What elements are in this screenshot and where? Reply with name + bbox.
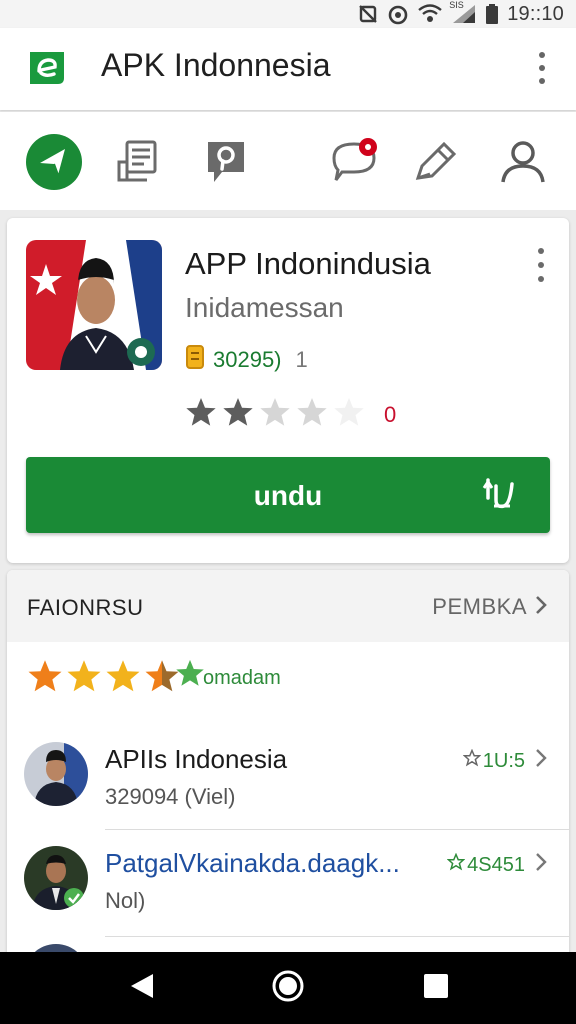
list-item-score: 4S451	[446, 852, 547, 878]
featured-section: FAIONRSU PEMBKA omadam APIIs Indonesia 3…	[7, 570, 569, 970]
app-card-meta-value: 30295)	[213, 347, 282, 372]
app-card-meta: 30295) 1	[185, 344, 308, 376]
app-card-meta-extra: 1	[295, 347, 308, 372]
star-outline-icon	[462, 748, 482, 773]
home-button[interactable]	[268, 968, 308, 1008]
section-header: FAIONRSU PEMBKA	[7, 570, 569, 642]
compass-arrow-icon	[25, 133, 83, 196]
app-card-title: APP Indonindusia	[185, 246, 431, 281]
list-item[interactable]: PatgalVkainakda.daagk... Nol) 4S451	[7, 832, 569, 936]
star-empty-icon	[296, 396, 328, 433]
list-item-title: APIIs Indonesia	[105, 744, 288, 774]
list-item-subtitle: Nol)	[105, 888, 146, 913]
tab-profile[interactable]	[493, 134, 553, 194]
list-item-subtitle: 329094 (Viel)	[105, 784, 236, 809]
tab-articles[interactable]	[107, 134, 167, 194]
chevron-right-icon	[535, 748, 547, 774]
star-outline-icon	[446, 852, 466, 877]
star-filled-icon	[27, 658, 63, 699]
section-more-link[interactable]: PEMBKA	[432, 594, 547, 620]
status-icons: SIS 19::10	[357, 0, 564, 25]
chevron-right-icon	[535, 595, 547, 620]
tab-row	[0, 112, 576, 210]
chat-bubble-icon	[328, 136, 384, 193]
overflow-menu-button[interactable]	[530, 48, 554, 88]
app-card-rating: 0	[185, 396, 396, 433]
list-item[interactable]: APIIs Indonesia 329094 (Viel) 1U:5	[7, 728, 569, 832]
avatar	[24, 742, 88, 806]
sim-label: SIS	[449, 0, 464, 10]
app-thumbnail[interactable]	[26, 240, 162, 370]
app-title: APK Indonnesia	[101, 47, 331, 83]
tab-home[interactable]	[24, 133, 84, 196]
location-pin-icon	[202, 136, 250, 193]
recents-square-icon	[423, 973, 449, 1004]
section-stars	[27, 658, 205, 699]
status-bar: SIS 19::10	[0, 0, 576, 28]
back-triangle-icon	[129, 972, 155, 1005]
star-empty-icon	[259, 396, 291, 433]
download-button-label: undu	[253, 480, 323, 511]
dot	[539, 64, 545, 71]
divider	[105, 936, 569, 937]
app-bar: APK Indonnesia	[0, 28, 576, 110]
app-card-more-button[interactable]	[531, 248, 551, 282]
section-rating-label: omadam	[203, 667, 281, 689]
tab-location[interactable]	[196, 134, 256, 194]
star-empty-icon	[333, 396, 365, 433]
app-card-subtitle: Inidamessan	[185, 292, 344, 323]
battery-icon	[485, 3, 499, 25]
dot	[538, 262, 544, 268]
no-notification-icon	[357, 3, 379, 25]
list-item-title: PatgalVkainakda.daagk...	[105, 848, 400, 878]
recents-button[interactable]	[416, 968, 456, 1008]
tab-messages[interactable]	[326, 134, 386, 194]
person-icon	[499, 138, 547, 191]
list-item-score: 1U:5	[462, 748, 547, 774]
navigation-bar	[0, 952, 576, 1024]
app-card-rating-count: 0	[384, 401, 397, 427]
section-title: FAIONRSU	[27, 595, 144, 620]
download-icon	[480, 476, 516, 517]
section-more-label: PEMBKA	[432, 594, 527, 619]
document-icon	[113, 138, 161, 191]
star-filled-icon	[185, 396, 217, 433]
divider	[105, 829, 569, 830]
app-card-stars	[185, 396, 365, 433]
dot	[538, 248, 544, 254]
star-filled-icon	[222, 396, 254, 433]
list-item-score-value: 1U:5	[482, 749, 525, 772]
alarm-icon	[387, 3, 409, 25]
home-circle-icon	[271, 969, 305, 1008]
section-rating: omadam	[27, 658, 281, 699]
clock: 19::10	[507, 2, 564, 25]
list-item-score-value: 4S451	[467, 853, 525, 876]
avatar	[24, 846, 88, 910]
pencil-icon	[410, 136, 462, 193]
dot	[539, 51, 545, 58]
signal-icon: SIS	[449, 0, 477, 25]
star-filled-icon	[105, 658, 141, 699]
tab-edit[interactable]	[406, 134, 466, 194]
back-button[interactable]	[122, 968, 162, 1008]
wifi-icon	[417, 3, 443, 25]
star-filled-icon	[66, 658, 102, 699]
download-button[interactable]: undu	[26, 457, 550, 533]
dot	[538, 276, 544, 282]
chevron-right-icon	[535, 852, 547, 878]
app-logo-icon	[26, 46, 68, 88]
dot	[539, 78, 545, 85]
star-filled-icon	[175, 658, 205, 699]
app-card: APP Indonindusia Inidamessan 30295) 1 0 …	[7, 218, 569, 563]
coin-icon	[185, 344, 205, 376]
